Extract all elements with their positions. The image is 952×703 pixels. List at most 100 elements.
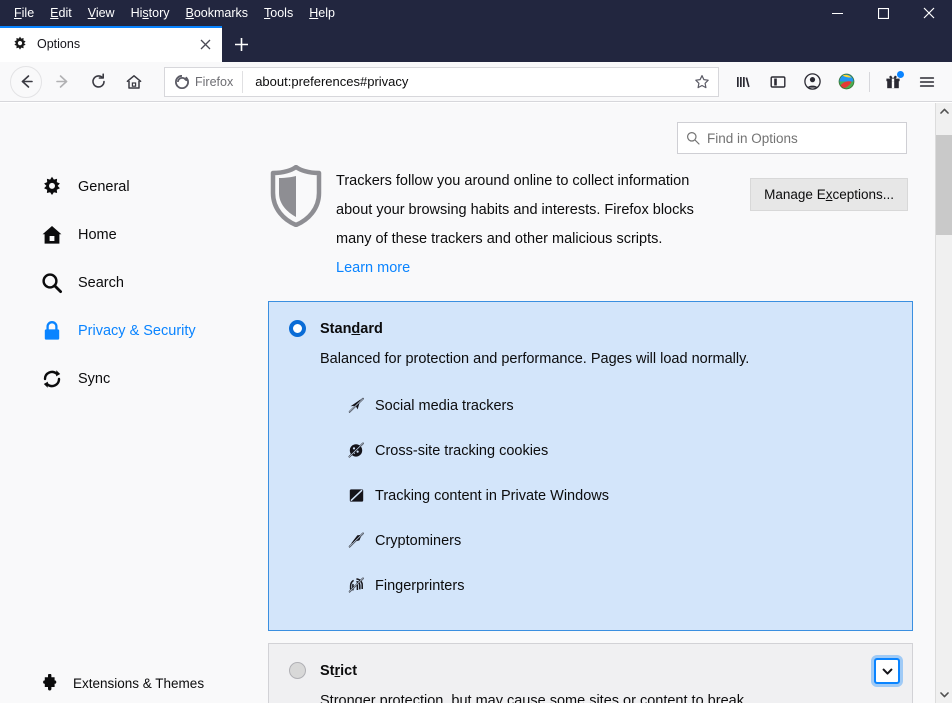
tab-close-button[interactable] xyxy=(196,35,214,53)
bookmark-button[interactable] xyxy=(688,68,716,96)
title-bar: File Edit View History Bookmarks Tools H… xyxy=(0,0,952,26)
chevron-up-icon xyxy=(940,108,949,114)
sidebar-item-extensions-themes[interactable]: Extensions & Themes xyxy=(0,663,262,703)
manage-exceptions-label-after: ceptions... xyxy=(832,187,894,202)
sidebar-item-privacy-security[interactable]: Privacy & Security xyxy=(0,307,262,355)
maximize-button[interactable] xyxy=(860,0,906,26)
tracking-content-blocked-icon xyxy=(347,487,365,505)
strict-label-before: St xyxy=(320,662,335,679)
lock-icon xyxy=(40,319,64,343)
preferences-sidebar: General Home Search Privacy & Security S… xyxy=(0,163,262,691)
cookie-blocked-icon xyxy=(347,442,365,460)
tracker-intro: Trackers follow you around online to col… xyxy=(268,163,913,283)
tab-title: Options xyxy=(37,37,81,51)
content-scrollbar[interactable] xyxy=(935,103,952,703)
standard-radio-button[interactable] xyxy=(289,320,306,337)
url-text[interactable]: about:preferences#privacy xyxy=(243,74,688,89)
preferences-content: Find in Options General Home Search Priv… xyxy=(0,103,935,703)
firefox-options-window: File Edit View History Bookmarks Tools H… xyxy=(0,0,952,703)
list-item-label: Tracking content in Private Windows xyxy=(375,487,609,504)
close-button[interactable] xyxy=(906,0,952,26)
menu-view[interactable]: View xyxy=(80,0,123,26)
standard-radio-row[interactable]: Standard xyxy=(289,320,892,337)
chevron-down-icon xyxy=(882,668,892,675)
minimize-button[interactable] xyxy=(814,0,860,26)
search-icon xyxy=(687,132,700,145)
cryptominer-blocked-icon xyxy=(347,532,365,550)
manage-exceptions-button[interactable]: Manage Exceptions... xyxy=(750,178,908,211)
list-item-label: Cross-site tracking cookies xyxy=(375,442,549,459)
account-button[interactable] xyxy=(796,66,828,98)
new-tab-button[interactable] xyxy=(222,26,260,62)
search-placeholder: Find in Options xyxy=(707,130,798,146)
sidebar-item-label: Search xyxy=(78,275,124,291)
scroll-down-button[interactable] xyxy=(936,686,952,703)
url-bar[interactable]: Firefox about:preferences#privacy xyxy=(164,66,719,97)
strict-protection-panel[interactable]: Strict Stronger protection, but may caus… xyxy=(268,643,913,703)
close-icon xyxy=(923,7,935,19)
list-item-label: Cryptominers xyxy=(375,532,462,549)
forward-button[interactable] xyxy=(46,66,78,98)
standard-accesskey: d xyxy=(351,320,361,337)
identity-label: Firefox xyxy=(195,74,234,89)
strict-description: Stronger protection, but may cause some … xyxy=(320,693,748,703)
sidebar-item-label: General xyxy=(78,179,130,195)
strict-expander-button[interactable] xyxy=(874,658,900,684)
strict-radio-row[interactable]: Strict xyxy=(289,662,892,679)
menu-help[interactable]: Help xyxy=(301,0,343,26)
app-menu-button[interactable] xyxy=(911,66,943,98)
menu-edit[interactable]: Edit xyxy=(42,0,80,26)
search-input-wrapper[interactable]: Find in Options xyxy=(677,122,907,154)
gear-icon xyxy=(12,36,28,52)
standard-label-before: Stan xyxy=(320,320,352,337)
tab-options[interactable]: Options xyxy=(0,26,222,62)
sidebar-item-search[interactable]: Search xyxy=(0,259,262,307)
firefox-logo-icon xyxy=(175,74,189,89)
menu-history[interactable]: History xyxy=(123,0,178,26)
sidebar-bottom-group: Extensions & Themes ? Firefox Support xyxy=(0,663,262,703)
standard-label: Standard xyxy=(320,321,383,337)
strict-label-after: ict xyxy=(340,662,358,679)
back-button[interactable] xyxy=(10,65,42,98)
home-icon xyxy=(126,74,142,89)
gear-icon xyxy=(40,175,64,199)
reload-icon xyxy=(91,73,105,88)
sidebar-icon xyxy=(770,75,786,88)
sidebar-item-label: Privacy & Security xyxy=(78,323,196,339)
learn-more-link[interactable]: Learn more xyxy=(336,254,913,283)
forward-arrow-icon xyxy=(55,75,67,88)
reload-button[interactable] xyxy=(82,66,114,98)
menu-file[interactable]: File xyxy=(6,0,42,26)
menu-tools[interactable]: Tools xyxy=(256,0,301,26)
scroll-up-button[interactable] xyxy=(936,103,952,120)
sidebar-item-home[interactable]: Home xyxy=(0,211,262,259)
extension-globe-button[interactable] xyxy=(830,66,862,98)
maximize-icon xyxy=(877,7,889,19)
sidebar-button[interactable] xyxy=(762,66,794,98)
library-button[interactable] xyxy=(728,66,760,98)
hamburger-menu-icon xyxy=(919,76,935,87)
chevron-down-icon xyxy=(940,692,949,698)
find-in-options-row: Find in Options xyxy=(677,122,907,154)
menu-bar: File Edit View History Bookmarks Tools H… xyxy=(0,0,343,26)
back-arrow-icon xyxy=(21,75,33,88)
list-item: Social media trackers xyxy=(347,383,892,428)
sidebar-item-label: Sync xyxy=(78,371,111,387)
scrollbar-thumb[interactable] xyxy=(936,135,952,235)
standard-label-after: ard xyxy=(360,320,383,337)
toolbar-icon-group xyxy=(727,66,944,98)
menu-bookmarks[interactable]: Bookmarks xyxy=(178,0,257,26)
sidebar-item-general[interactable]: General xyxy=(0,163,262,211)
sidebar-item-sync[interactable]: Sync xyxy=(0,355,262,403)
list-item: Cryptominers xyxy=(347,518,892,563)
strict-label: Strict xyxy=(320,663,357,679)
list-item: Cross-site tracking cookies xyxy=(347,428,892,473)
gift-button[interactable] xyxy=(877,66,909,98)
standard-description: Balanced for protection and performance.… xyxy=(320,351,750,367)
standard-protection-panel[interactable]: Standard Balanced for protection and per… xyxy=(268,301,913,631)
site-identity[interactable]: Firefox xyxy=(165,70,244,93)
home-button[interactable] xyxy=(118,66,150,98)
puzzle-icon xyxy=(40,673,60,693)
minimize-icon xyxy=(831,12,843,14)
strict-radio-button[interactable] xyxy=(289,662,306,679)
